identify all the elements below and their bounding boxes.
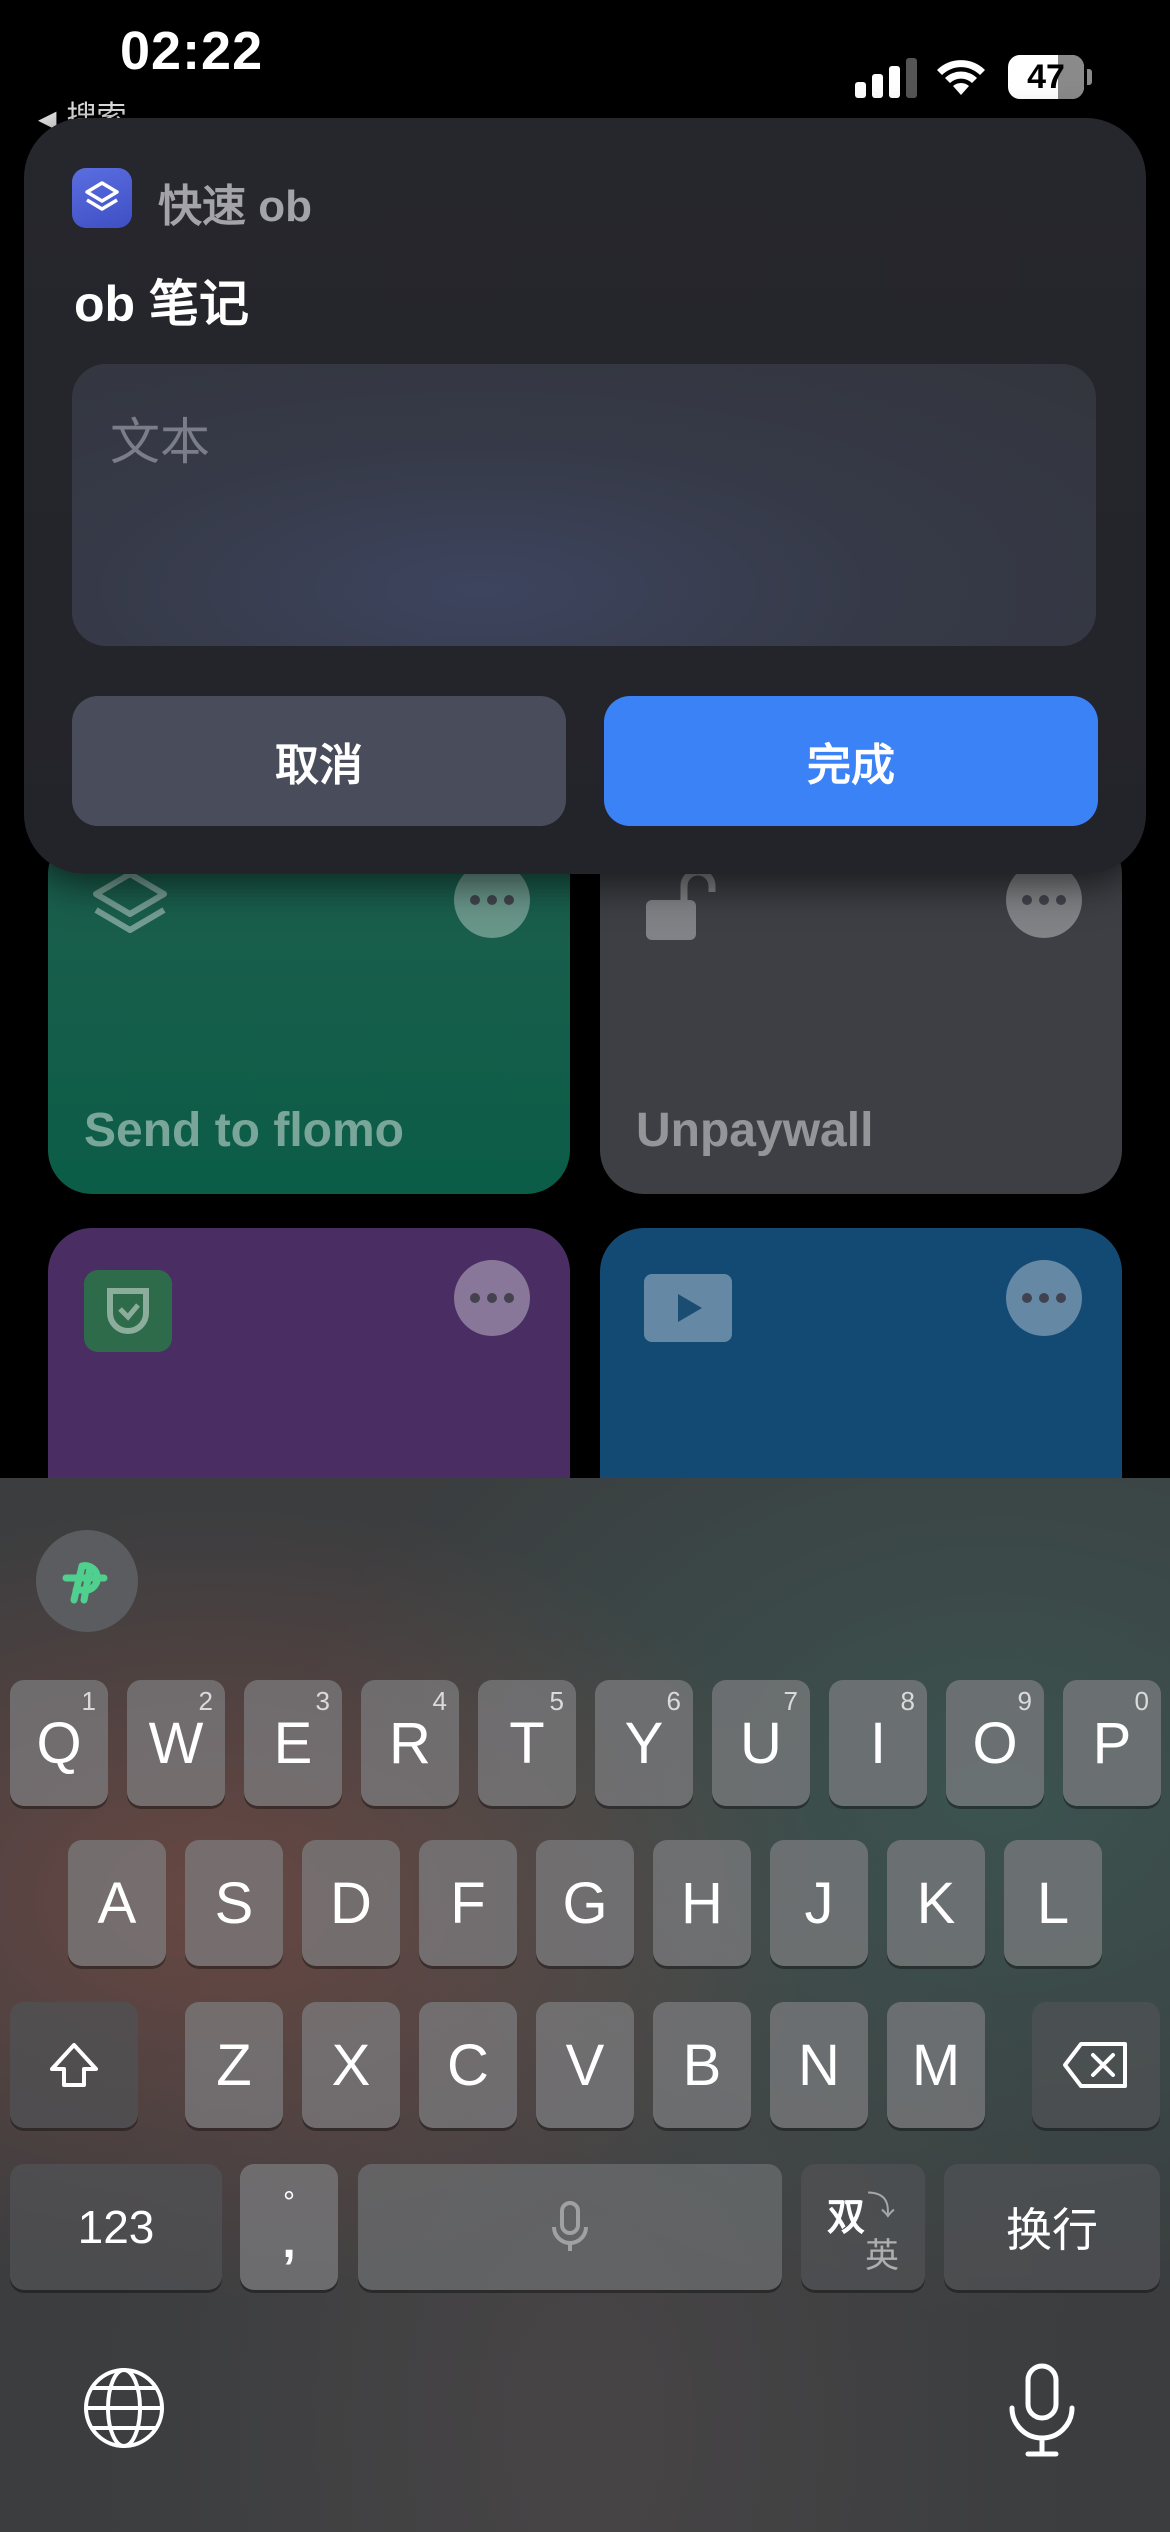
language-switch-key[interactable]: 双 ⤵ 英	[801, 2164, 925, 2290]
microphone-icon	[552, 2201, 588, 2251]
key-l[interactable]: L	[1004, 1840, 1102, 1966]
tile-label: Unpaywall	[636, 1104, 874, 1157]
key-g[interactable]: G	[536, 1840, 634, 1966]
status-time: 02:22	[120, 21, 264, 81]
punctuation-key[interactable]: ° ,	[240, 2164, 338, 2290]
dialog-title: ob 笔记	[74, 276, 249, 332]
key-b[interactable]: B	[653, 2002, 751, 2128]
space-bar[interactable]	[358, 2164, 782, 2290]
stack-icon	[93, 871, 167, 933]
key-f[interactable]: F	[419, 1840, 517, 1966]
input-method-app-icon[interactable]	[36, 1530, 138, 1632]
backspace-icon	[1063, 2042, 1127, 2088]
battery-icon: 47	[1008, 55, 1092, 99]
key-c[interactable]: C	[419, 2002, 517, 2128]
key-p[interactable]: 0P	[1063, 1680, 1161, 1806]
key-i[interactable]: 8I	[829, 1680, 927, 1806]
shift-key[interactable]	[10, 2002, 138, 2128]
key-o[interactable]: 9O	[946, 1680, 1044, 1806]
globe-icon[interactable]	[82, 2366, 166, 2450]
key-q[interactable]: 1Q	[10, 1680, 108, 1806]
cellular-signal-icon	[855, 58, 917, 98]
wifi-icon	[937, 60, 985, 95]
delete-key[interactable]	[1032, 2002, 1160, 2128]
key-a[interactable]: A	[68, 1840, 166, 1966]
key-n[interactable]: N	[770, 2002, 868, 2128]
key-t[interactable]: 5T	[478, 1680, 576, 1806]
numbers-key[interactable]: 123	[10, 2164, 222, 2290]
play-icon	[644, 1274, 732, 1342]
return-key[interactable]: 换行	[944, 2164, 1160, 2290]
shift-arrow-icon	[50, 2043, 98, 2087]
app-name: 快速 ob	[158, 182, 312, 231]
key-v[interactable]: V	[536, 2002, 634, 2128]
switch-arrows-icon: ⤵	[867, 2190, 896, 2221]
tile-more-button[interactable]	[1006, 1260, 1082, 1336]
key-u[interactable]: 7U	[712, 1680, 810, 1806]
done-button[interactable]: 完成	[604, 696, 1098, 826]
keyboard: 1Q 2W 3E 4R 5T 6Y 7U 8I 9O 0P A S D F G …	[0, 1478, 1170, 2532]
key-w[interactable]: 2W	[127, 1680, 225, 1806]
shortcuts-app-icon	[72, 168, 132, 228]
battery-level: 47	[1027, 57, 1065, 96]
key-d[interactable]: D	[302, 1840, 400, 1966]
shortcut-input-dialog: 快速 ob ob 笔记 文本 取消 完成	[24, 118, 1146, 874]
shortcut-tile-unpaywall[interactable]: Unpaywall	[600, 830, 1122, 1194]
key-k[interactable]: K	[887, 1840, 985, 1966]
key-z[interactable]: Z	[185, 2002, 283, 2128]
text-input-placeholder: 文本	[110, 414, 210, 470]
cancel-button[interactable]: 取消	[72, 696, 566, 826]
dictation-microphone-icon[interactable]	[1004, 2362, 1080, 2458]
key-e[interactable]: 3E	[244, 1680, 342, 1806]
key-y[interactable]: 6Y	[595, 1680, 693, 1806]
key-m[interactable]: M	[887, 2002, 985, 2128]
key-x[interactable]: X	[302, 2002, 400, 2128]
tile-label: Send to flomo	[84, 1104, 404, 1157]
tile-more-button[interactable]	[454, 1260, 530, 1336]
key-j[interactable]: J	[770, 1840, 868, 1966]
mijia-icon	[84, 1270, 172, 1352]
text-input[interactable]: 文本	[72, 364, 1096, 646]
key-h[interactable]: H	[653, 1840, 751, 1966]
key-r[interactable]: 4R	[361, 1680, 459, 1806]
key-s[interactable]: S	[185, 1840, 283, 1966]
shortcut-tile-send-to-flomo[interactable]: Send to flomo	[48, 830, 570, 1194]
